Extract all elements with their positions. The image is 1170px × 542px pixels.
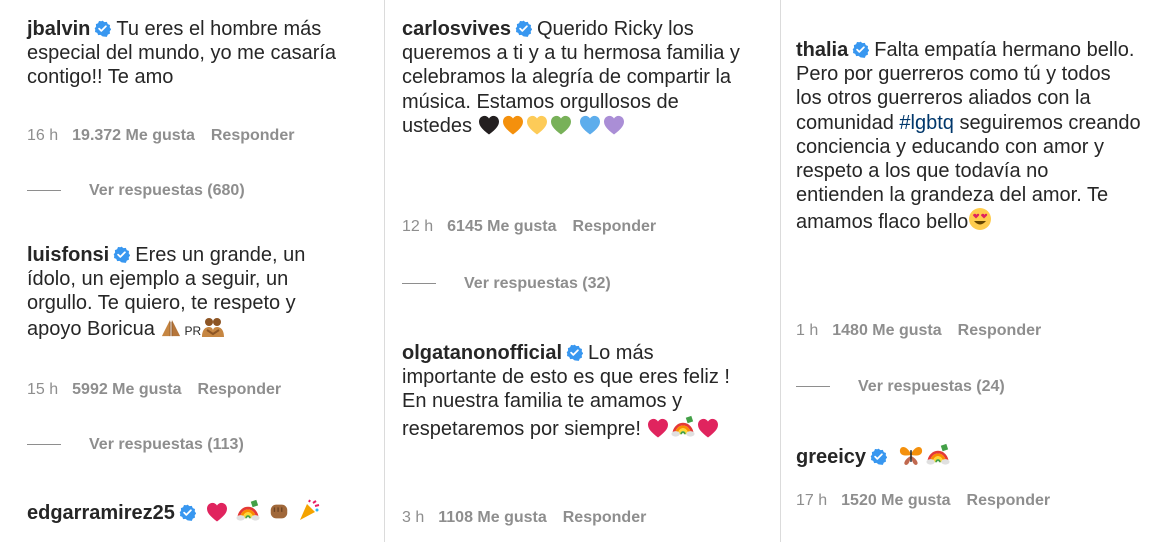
replies-divider: [27, 444, 61, 446]
comment-carlosvives: carlosvives Querido Ricky los queremos a …: [402, 17, 752, 138]
butterfly-emoji: [898, 444, 924, 466]
purple-heart-emoji: [603, 115, 625, 135]
likes-count[interactable]: 5992 Me gusta: [72, 381, 181, 398]
verified-badge-icon: [113, 246, 130, 263]
replies-divider: [796, 386, 830, 388]
comment-meta: 3 h 1108 Me gusta Responder: [402, 509, 646, 527]
verified-badge-icon: [870, 448, 887, 465]
timestamp[interactable]: 17 h: [796, 492, 827, 509]
heart-eyes-emoji: [968, 207, 992, 231]
timestamp[interactable]: 16 h: [27, 127, 58, 144]
likes-count[interactable]: 19.372 Me gusta: [72, 127, 195, 144]
comment-meta: 17 h 1520 Me gusta Responder: [796, 492, 1050, 510]
comment-meta: 15 h 5992 Me gusta Responder: [27, 381, 281, 399]
column-2: carlosvives Querido Ricky los queremos a …: [384, 0, 781, 542]
flag-text: PR: [184, 323, 202, 338]
comments-page: jbalvin Tu eres el hombre más especial de…: [0, 0, 1170, 542]
comment-greeicy: greeicy: [796, 442, 1141, 469]
column-1: jbalvin Tu eres el hombre más especial de…: [0, 0, 384, 542]
rainbow-emoji: [236, 498, 260, 522]
username[interactable]: greeicy: [796, 446, 866, 468]
reply-button[interactable]: Responder: [573, 218, 657, 235]
view-replies-button[interactable]: Ver respuestas (24): [796, 378, 1005, 396]
likes-count[interactable]: 1108 Me gusta: [438, 509, 547, 526]
timestamp[interactable]: 12 h: [402, 218, 433, 235]
timestamp[interactable]: 1 h: [796, 322, 818, 339]
username[interactable]: jbalvin: [27, 18, 90, 40]
verified-badge-icon: [852, 41, 869, 58]
comment-meta: 12 h 6145 Me gusta Responder: [402, 218, 656, 236]
rainbow-emoji: [926, 442, 950, 466]
likes-count[interactable]: 1480 Me gusta: [832, 322, 941, 339]
view-replies-button[interactable]: Ver respuestas (32): [402, 275, 611, 293]
comment-olgatanonofficial: olgatanonofficial Lo más importante de es…: [402, 341, 732, 441]
blue-heart-emoji: [579, 115, 601, 135]
comment-jbalvin: jbalvin Tu eres el hombre más especial de…: [27, 17, 367, 90]
reply-button[interactable]: Responder: [198, 381, 282, 398]
hashtag-link[interactable]: #lgbtq: [899, 112, 954, 134]
reply-button[interactable]: Responder: [967, 492, 1051, 509]
fist-emoji: [268, 500, 290, 522]
red-heart-emoji: [647, 418, 669, 438]
username[interactable]: edgarramirez25: [27, 502, 175, 524]
verified-badge-icon: [94, 20, 111, 37]
username[interactable]: luisfonsi: [27, 244, 109, 266]
column-3: thalia Falta empatía hermano bello. Pero …: [780, 0, 1170, 542]
username[interactable]: carlosvives: [402, 18, 511, 40]
replies-divider: [402, 283, 436, 285]
people-hugging-emoji: [201, 316, 225, 338]
orange-heart-emoji: [502, 115, 524, 135]
reply-button[interactable]: Responder: [563, 509, 647, 526]
green-heart-emoji: [550, 115, 572, 135]
black-heart-emoji: [478, 115, 500, 135]
reply-button[interactable]: Responder: [211, 127, 295, 144]
view-replies-label[interactable]: Ver respuestas (32): [464, 275, 611, 292]
red-heart-emoji: [206, 502, 228, 522]
reply-button[interactable]: Responder: [958, 322, 1042, 339]
comment-thalia: thalia Falta empatía hermano bello. Pero …: [796, 38, 1141, 235]
verified-badge-icon: [566, 344, 583, 361]
verified-badge-icon: [179, 504, 196, 521]
comment-meta: 1 h 1480 Me gusta Responder: [796, 322, 1041, 340]
verified-badge-icon: [515, 20, 532, 37]
timestamp[interactable]: 15 h: [27, 381, 58, 398]
view-replies-label[interactable]: Ver respuestas (24): [858, 378, 1005, 395]
comment-edgarramirez25: edgarramirez25: [27, 498, 377, 525]
view-replies-label[interactable]: Ver respuestas (113): [89, 436, 244, 453]
view-replies-label[interactable]: Ver respuestas (680): [89, 182, 245, 199]
replies-divider: [27, 190, 61, 192]
timestamp[interactable]: 3 h: [402, 509, 424, 526]
username[interactable]: thalia: [796, 39, 848, 61]
likes-count[interactable]: 6145 Me gusta: [447, 218, 556, 235]
view-replies-button[interactable]: Ver respuestas (680): [27, 182, 245, 200]
view-replies-button[interactable]: Ver respuestas (113): [27, 436, 244, 454]
yellow-heart-emoji: [526, 115, 548, 135]
folded-hands-emoji: [160, 318, 182, 338]
username[interactable]: olgatanonofficial: [402, 342, 562, 364]
comment-meta: 16 h 19.372 Me gusta Responder: [27, 127, 294, 145]
comment-luisfonsi: luisfonsi Eres un grande, un ídolo, un ej…: [27, 243, 347, 343]
likes-count[interactable]: 1520 Me gusta: [841, 492, 950, 509]
red-heart-emoji: [697, 418, 719, 438]
party-popper-emoji: [297, 498, 321, 522]
rainbow-emoji: [671, 414, 695, 438]
